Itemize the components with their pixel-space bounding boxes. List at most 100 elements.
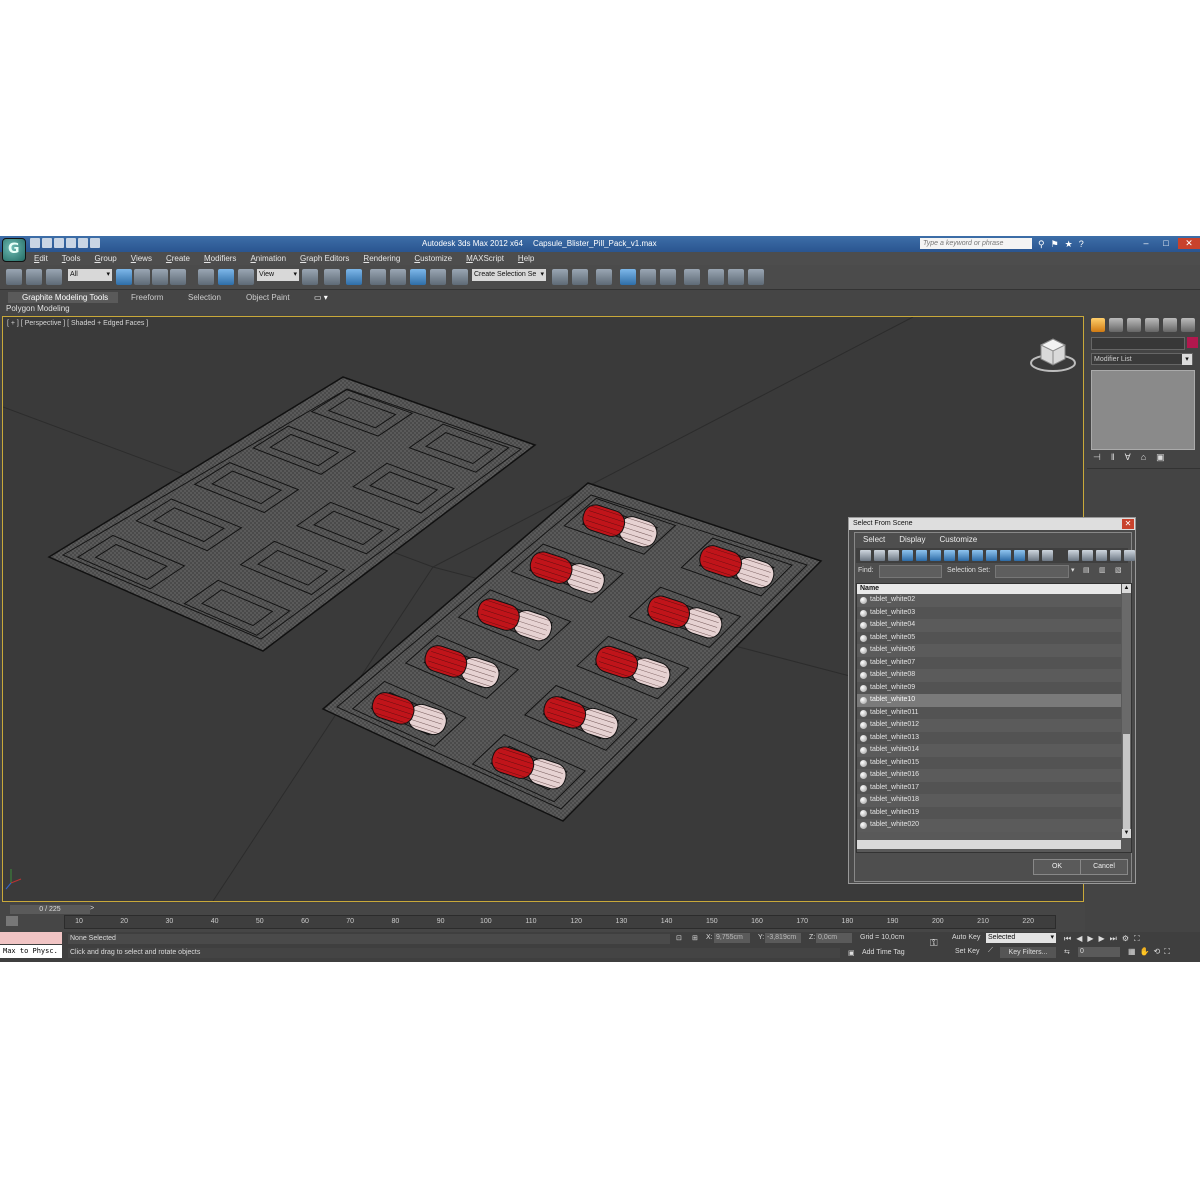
list-item[interactable]: tablet_white03 xyxy=(857,606,1121,619)
list-item[interactable]: tablet_white018 xyxy=(857,794,1121,807)
display-lights-icon[interactable] xyxy=(888,550,899,561)
list-item[interactable]: tablet_white02 xyxy=(857,594,1121,607)
go-to-end-icon[interactable]: ⏭ xyxy=(1110,934,1117,944)
list-item[interactable]: tablet_white09 xyxy=(857,681,1121,694)
menu-modifiers[interactable]: Modifiers xyxy=(204,252,236,265)
absolute-mode-icon[interactable]: ⊞ xyxy=(692,934,698,942)
select-children-icon[interactable] xyxy=(1096,550,1107,561)
subscription-icon[interactable]: ⚑ xyxy=(1051,239,1059,250)
modify-tab-icon[interactable] xyxy=(1109,318,1123,332)
window-crossing-icon[interactable] xyxy=(170,269,186,285)
open-file-icon[interactable] xyxy=(42,238,52,248)
select-all-icon[interactable] xyxy=(1028,550,1039,561)
menu-edit[interactable]: Edit xyxy=(34,252,48,265)
menu-create[interactable]: Create xyxy=(166,252,190,265)
list-item[interactable]: tablet_white013 xyxy=(857,731,1121,744)
move-icon[interactable] xyxy=(198,269,214,285)
display-spacewarps-icon[interactable] xyxy=(930,550,941,561)
cancel-button[interactable]: Cancel xyxy=(1080,859,1128,875)
next-frame-icon[interactable]: ▶ xyxy=(1099,934,1105,944)
list-item[interactable]: tablet_white015 xyxy=(857,756,1121,769)
filter-icon[interactable] xyxy=(1124,550,1135,561)
project-folder-icon[interactable] xyxy=(90,238,100,248)
modifier-list-select[interactable]: Modifier List xyxy=(1091,353,1193,365)
display-xrefs-icon[interactable] xyxy=(958,550,969,561)
menu-help[interactable]: Help xyxy=(518,252,534,265)
column-header-name[interactable]: Name xyxy=(857,584,1121,594)
close-icon[interactable]: ✕ xyxy=(1178,238,1200,249)
utilities-tab-icon[interactable] xyxy=(1181,318,1195,332)
dialog-close-icon[interactable]: ✕ xyxy=(1122,519,1134,529)
maximize-icon[interactable]: □ xyxy=(1158,238,1174,249)
select-manipulate-icon[interactable] xyxy=(324,269,340,285)
list-item[interactable]: tablet_white04 xyxy=(857,619,1121,632)
named-selection-select[interactable]: Create Selection Se xyxy=(472,269,546,281)
remove-selection-set-icon[interactable]: ▧ xyxy=(1115,566,1122,574)
invert-display-icon[interactable] xyxy=(1014,550,1025,561)
next-frame-button[interactable]: > xyxy=(90,905,98,914)
play-icon[interactable]: ▶ xyxy=(1087,934,1093,944)
zoom-extents-all-icon[interactable]: ⛶ xyxy=(1134,934,1140,944)
display-bones-icon[interactable] xyxy=(972,550,983,561)
set-key-button[interactable]: Set Key xyxy=(955,948,980,955)
list-item[interactable]: tablet_white10 xyxy=(857,694,1121,707)
menu-maxscript[interactable]: MAXScript xyxy=(466,252,504,265)
pin-stack-icon[interactable]: ⊣ xyxy=(1093,452,1101,463)
object-name-field[interactable] xyxy=(1091,337,1185,350)
field-of-view-icon[interactable]: ▦ xyxy=(1128,947,1136,957)
object-color-swatch[interactable] xyxy=(1187,337,1198,348)
set-key-mode-icon[interactable]: ⚿ xyxy=(930,938,938,949)
select-by-name-icon[interactable] xyxy=(134,269,150,285)
rectangular-selection-icon[interactable] xyxy=(152,269,168,285)
layer-manager-icon[interactable] xyxy=(596,269,612,285)
menu-animation[interactable]: Animation xyxy=(250,252,286,265)
maxscript-input[interactable]: Max to Physc. xyxy=(0,945,62,958)
edit-named-selection-icon[interactable] xyxy=(452,269,468,285)
display-geometry-icon[interactable] xyxy=(860,550,871,561)
reference-coordinate-select[interactable]: View xyxy=(257,269,299,281)
make-unique-icon[interactable]: ∀ xyxy=(1125,452,1131,463)
undo-icon[interactable] xyxy=(66,238,76,248)
remove-modifier-icon[interactable]: ⌂ xyxy=(1141,452,1146,463)
create-tab-icon[interactable] xyxy=(1091,318,1105,332)
mini-curve-editor-icon[interactable] xyxy=(6,916,18,926)
menu-customize[interactable]: Customize xyxy=(414,252,452,265)
x-coordinate-field[interactable]: 9,755cm xyxy=(714,933,750,943)
keyboard-shortcut-icon[interactable] xyxy=(346,269,362,285)
list-item[interactable]: tablet_white06 xyxy=(857,644,1121,657)
vertical-scrollbar[interactable]: ▲ ▼ xyxy=(1122,584,1131,838)
material-editor-icon[interactable] xyxy=(684,269,700,285)
rotate-icon[interactable] xyxy=(218,269,234,285)
schematic-view-icon[interactable] xyxy=(660,269,676,285)
menu-group[interactable]: Group xyxy=(94,252,116,265)
list-item[interactable]: tablet_white011 xyxy=(857,706,1121,719)
lock-selection-icon[interactable]: ⊡ xyxy=(676,934,682,942)
orbit-icon[interactable]: ⟲ xyxy=(1154,947,1161,957)
display-tab-icon[interactable] xyxy=(1163,318,1177,332)
maxscript-listener[interactable]: Max to Physc. xyxy=(0,932,62,960)
viewcube[interactable] xyxy=(1030,338,1076,372)
binoculars-icon[interactable]: ⚲ xyxy=(1038,239,1045,250)
go-to-start-icon[interactable]: ⏮ xyxy=(1064,934,1071,944)
favorites-icon[interactable]: ★ xyxy=(1065,239,1073,250)
curve-editor-icon[interactable] xyxy=(640,269,656,285)
display-cameras-icon[interactable] xyxy=(902,550,913,561)
select-object-icon[interactable] xyxy=(116,269,132,285)
display-none-icon[interactable] xyxy=(1000,550,1011,561)
time-tag-icon[interactable]: ▣ xyxy=(848,949,855,957)
current-frame-field[interactable]: 0 xyxy=(1078,947,1120,957)
dialog-menu-select[interactable]: Select xyxy=(863,535,885,544)
bind-spacewarp-icon[interactable] xyxy=(46,269,62,285)
help-icon[interactable]: ? xyxy=(1079,239,1084,250)
scroll-up-icon[interactable]: ▲ xyxy=(1122,584,1131,593)
new-file-icon[interactable] xyxy=(30,238,40,248)
key-mode-icon[interactable]: ⇆ xyxy=(1064,948,1070,956)
tab-object-paint[interactable]: Object Paint xyxy=(246,292,290,303)
pan-icon[interactable]: ✋ xyxy=(1140,947,1150,957)
list-item[interactable]: tablet_white08 xyxy=(857,669,1121,682)
motion-tab-icon[interactable] xyxy=(1145,318,1159,332)
percent-snap-icon[interactable] xyxy=(410,269,426,285)
track-bar[interactable]: 10 20 30 40 50 60 70 80 90 100 110 120 130 140 150 160 1… xyxy=(64,915,1056,929)
dialog-menu-display[interactable]: Display xyxy=(899,535,925,544)
menu-graph-editors[interactable]: Graph Editors xyxy=(300,252,349,265)
